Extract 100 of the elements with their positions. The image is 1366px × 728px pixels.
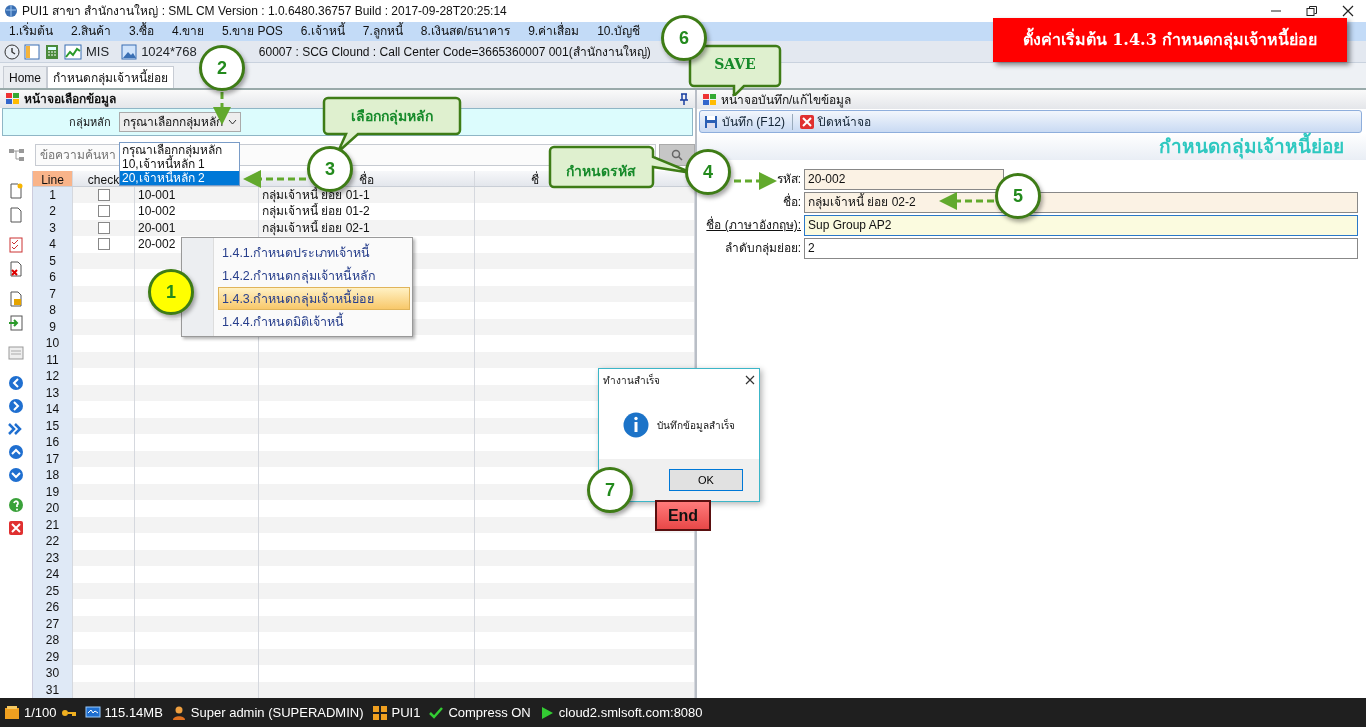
caret-icon xyxy=(228,119,237,126)
banner: ตั้งค่าเริ่มต้น 1.4.3 กำหนดกลุ่มเจ้าหนี้ย่อย xyxy=(993,18,1347,62)
line-number: 12 xyxy=(33,368,73,385)
input-field[interactable]: 2 xyxy=(804,237,1358,259)
tab[interactable]: Home xyxy=(3,66,47,88)
table-cell: 10-002 xyxy=(135,203,259,220)
group-select[interactable]: กรุณาเลือกกลุ่มหลัก xyxy=(119,112,241,133)
picture-icon xyxy=(121,43,138,60)
menu-item[interactable]: 2.สินค้า xyxy=(62,22,121,41)
line-number: 6 xyxy=(33,269,73,286)
input-field[interactable]: Sup Group AP2 xyxy=(804,214,1358,236)
step-number: 6 xyxy=(661,15,707,61)
info-icon xyxy=(623,412,649,438)
checkbox[interactable] xyxy=(97,205,110,217)
status-text: cloud2.smlsoft.com:8080 xyxy=(558,703,703,722)
pin-icon[interactable] xyxy=(679,93,689,105)
line-number: 24 xyxy=(33,566,73,583)
line-number: 28 xyxy=(33,632,73,649)
delete-document-icon[interactable] xyxy=(8,260,24,277)
menu-item[interactable]: 1.4.2.กำหนดกลุ่มเจ้าหนี้หลัก xyxy=(218,264,410,287)
dropdown-option[interactable]: 10,เจ้าหนี้หลัก 1 xyxy=(120,157,239,171)
import-icon[interactable] xyxy=(8,314,24,331)
arrow xyxy=(243,170,306,188)
dialog-message: บันทึกข้อมูลสำเร็จ xyxy=(657,417,735,433)
clock-icon[interactable] xyxy=(4,43,20,60)
menu-item[interactable]: 7.ลูกหนี้ xyxy=(353,22,412,41)
menu-item[interactable]: 1.เริ่มต้น xyxy=(0,22,62,41)
dropdown-option[interactable]: 20,เจ้าหนี้หลัก 2 xyxy=(120,171,239,185)
input-field[interactable]: 20-002 xyxy=(804,168,1004,190)
globe-icon xyxy=(4,4,18,18)
person-icon xyxy=(170,704,187,721)
status-text: PUI1 xyxy=(391,703,421,722)
save-button[interactable]: บันทึก (F12) xyxy=(700,112,789,131)
table-cell: กลุ่มเจ้าหนี้ ย่อย 01-2 xyxy=(259,203,475,220)
line-number: 16 xyxy=(33,434,73,451)
close-icon xyxy=(800,114,814,129)
help-icon[interactable] xyxy=(8,496,24,513)
mis-button[interactable]: MIS xyxy=(64,41,110,62)
menu-item[interactable]: 1.4.3.กำหนดกลุ่มเจ้าหนี้ย่อย xyxy=(218,287,410,310)
windows-icon xyxy=(6,93,20,105)
new-document-icon[interactable] xyxy=(8,182,24,199)
line-number: 14 xyxy=(33,401,73,418)
status-text: 115.14MB xyxy=(104,703,163,722)
line-number: 30 xyxy=(33,665,73,682)
table-cell: 20-001 xyxy=(135,219,259,236)
dialog-title: ทำงานสำเร็จ xyxy=(603,372,660,388)
restore-icon[interactable] xyxy=(1306,5,1318,17)
line-number: 4 xyxy=(33,236,73,253)
arrow xyxy=(939,192,994,210)
line-number: 20 xyxy=(33,500,73,517)
line-number: 8 xyxy=(33,302,73,319)
filter-label: กลุ่มหลัก xyxy=(68,114,112,131)
checkbox[interactable] xyxy=(97,188,110,201)
menu-item[interactable]: 1.4.4.กำหนดมิติเจ้าหนี้ xyxy=(218,310,410,333)
lock-document-icon[interactable] xyxy=(8,290,24,307)
tab[interactable]: กำหนดกลุ่มเจ้าหนี้ย่อย xyxy=(47,66,174,88)
close-icon[interactable] xyxy=(1342,5,1354,17)
column-header: Line xyxy=(33,170,73,186)
menu-item[interactable]: 3.ซื้อ xyxy=(120,22,164,41)
checkbox[interactable] xyxy=(97,221,110,234)
checklist-icon[interactable] xyxy=(8,236,24,253)
line-number: 18 xyxy=(33,467,73,484)
folder-icon xyxy=(4,704,20,721)
menu-item[interactable]: 5.ขาย POS xyxy=(213,22,292,41)
menu-item[interactable]: 9.ค่าเสื่อม xyxy=(519,22,589,41)
window-title: PUI1 สาขา สำนักงานใหญ่ : SML CM Version : 1.0.6480.36757 Build : 2017-09-28T20:25:14 xyxy=(22,3,507,20)
field-label: รหัส: xyxy=(776,172,801,186)
grid-icon xyxy=(371,704,388,721)
connection-info: 60007 : SCG Clound : Call Center Code=3665360007 001(สำนักงานใหญ่) xyxy=(258,43,651,61)
menu-item[interactable]: 6.เจ้าหนี้ xyxy=(291,22,354,41)
field-label: ชื่อ (ภาษาอังกฤษ): xyxy=(706,218,801,232)
tree-icon[interactable] xyxy=(9,149,26,162)
ok-button[interactable]: OK xyxy=(669,469,743,491)
form-heading: กำหนดกลุ่มเจ้าหนี้ย่อย xyxy=(697,133,1366,160)
dropdown-option[interactable]: กรุณาเลือกกลุ่มหลัก xyxy=(120,143,239,157)
resolution-button[interactable]: 1024*768 xyxy=(121,41,197,62)
menu-item[interactable]: 10.บัญชี xyxy=(588,22,649,41)
panel-title: หน้าจอเลือกข้อมูล xyxy=(24,91,116,108)
document-icon[interactable] xyxy=(8,206,24,223)
line-number: 22 xyxy=(33,533,73,550)
arrow xyxy=(734,172,777,190)
search-icon xyxy=(671,149,683,162)
line-number: 10 xyxy=(33,335,73,352)
status-text: Compress ON xyxy=(448,703,531,722)
status-text: Super admin (SUPERADMIN) xyxy=(190,703,364,722)
checkbox[interactable] xyxy=(97,238,110,250)
field-label: ลำดับกลุ่มย่อย: xyxy=(724,241,801,255)
close-icon[interactable] xyxy=(745,375,755,385)
field-label: ชื่อ: xyxy=(782,195,801,209)
double-chevron-icon[interactable] xyxy=(8,420,24,437)
chart-icon xyxy=(64,43,82,60)
line-number: 2 xyxy=(33,203,73,220)
monitor-icon xyxy=(84,704,101,721)
menu-item[interactable]: 8.เงินสด/ธนาคาร xyxy=(411,22,520,41)
windows-icon xyxy=(703,93,717,106)
table-cell: กลุ่มเจ้าหนี้ ย่อย 02-1 xyxy=(259,219,475,236)
menu-item[interactable]: 4.ขาย xyxy=(163,22,214,41)
calculator-icon[interactable] xyxy=(44,43,60,60)
close-screen-button[interactable]: ปิดหน้าจอ xyxy=(796,112,875,131)
end-label: End xyxy=(655,500,711,531)
